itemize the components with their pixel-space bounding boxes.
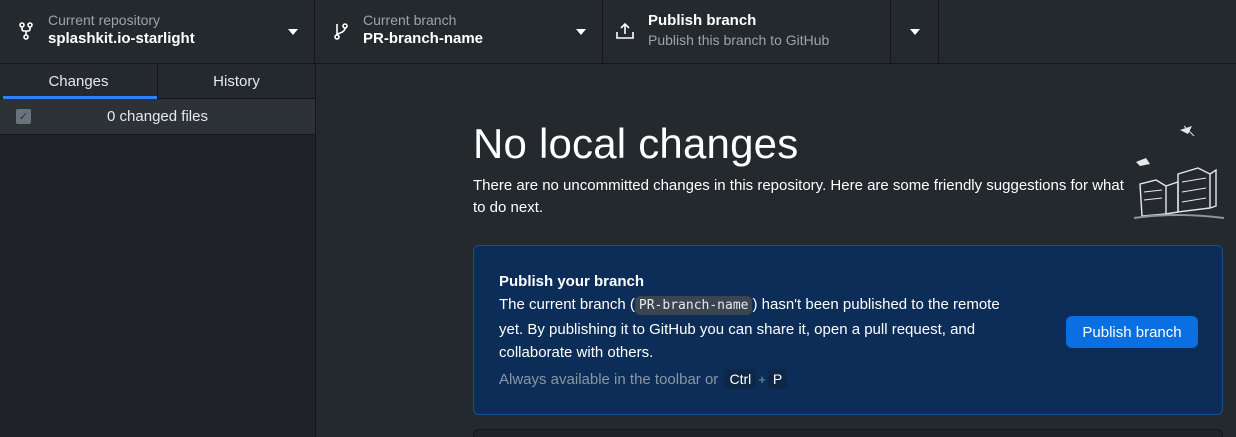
toolbar: Current repository splashkit.io-starligh… <box>0 0 1236 64</box>
branch-selector[interactable]: Current branch PR-branch-name <box>315 0 603 63</box>
card-body: The current branch (PR-branch-name) hasn… <box>499 293 1009 365</box>
branch-code: PR-branch-name <box>634 296 753 315</box>
page-title: No local changes <box>473 120 799 167</box>
select-all-checkbox[interactable]: ✓ <box>16 109 31 124</box>
publish-title: Publish branch <box>648 12 757 29</box>
repository-label: Current repository <box>48 12 161 28</box>
publish-branch-toolbar-button[interactable]: Publish branch Publish this branch to Gi… <box>603 0 891 63</box>
branch-label: Current branch <box>363 12 457 28</box>
sidebar: Changes History ✓ 0 changed files <box>0 64 316 437</box>
chevron-down-icon <box>909 28 920 35</box>
page-subtitle: There are no uncommitted changes in this… <box>473 177 1124 216</box>
publish-options-dropdown[interactable] <box>891 0 939 63</box>
changes-header: ✓ 0 changed files <box>0 99 315 135</box>
kbd-ctrl: Ctrl <box>724 369 757 389</box>
publish-subtitle: Publish this branch to GitHub <box>648 32 830 48</box>
publish-branch-button[interactable]: Publish branch <box>1066 316 1198 348</box>
repository-name: splashkit.io-starlight <box>48 30 195 47</box>
tab-changes[interactable]: Changes <box>0 64 157 99</box>
main-content: No local changes There are no uncommitte… <box>317 64 1236 437</box>
next-suggestion-card <box>473 429 1223 437</box>
repo-fork-icon <box>16 20 36 42</box>
chevron-down-icon <box>576 29 586 35</box>
sidebar-tabs: Changes History <box>0 64 315 99</box>
repository-selector[interactable]: Current repository splashkit.io-starligh… <box>0 0 315 63</box>
tab-history[interactable]: History <box>157 64 315 98</box>
chevron-down-icon <box>288 29 298 35</box>
git-branch-icon <box>331 20 351 42</box>
card-title: Publish your branch <box>499 273 645 290</box>
changed-files-count: 0 changed files <box>107 108 208 125</box>
upload-icon <box>615 20 635 42</box>
kbd-p: P <box>767 369 788 389</box>
publish-branch-card: Publish your branch The current branch (… <box>473 245 1223 415</box>
card-body-prefix: The current branch ( <box>499 296 635 313</box>
kbd-plus: + <box>758 371 766 387</box>
shortcut-hint-text: Always available in the toolbar or <box>499 370 719 388</box>
shortcut-hint: Always available in the toolbar or Ctrl … <box>499 369 789 389</box>
branch-name: PR-branch-name <box>363 30 484 47</box>
empty-state-illustration <box>1133 125 1225 219</box>
